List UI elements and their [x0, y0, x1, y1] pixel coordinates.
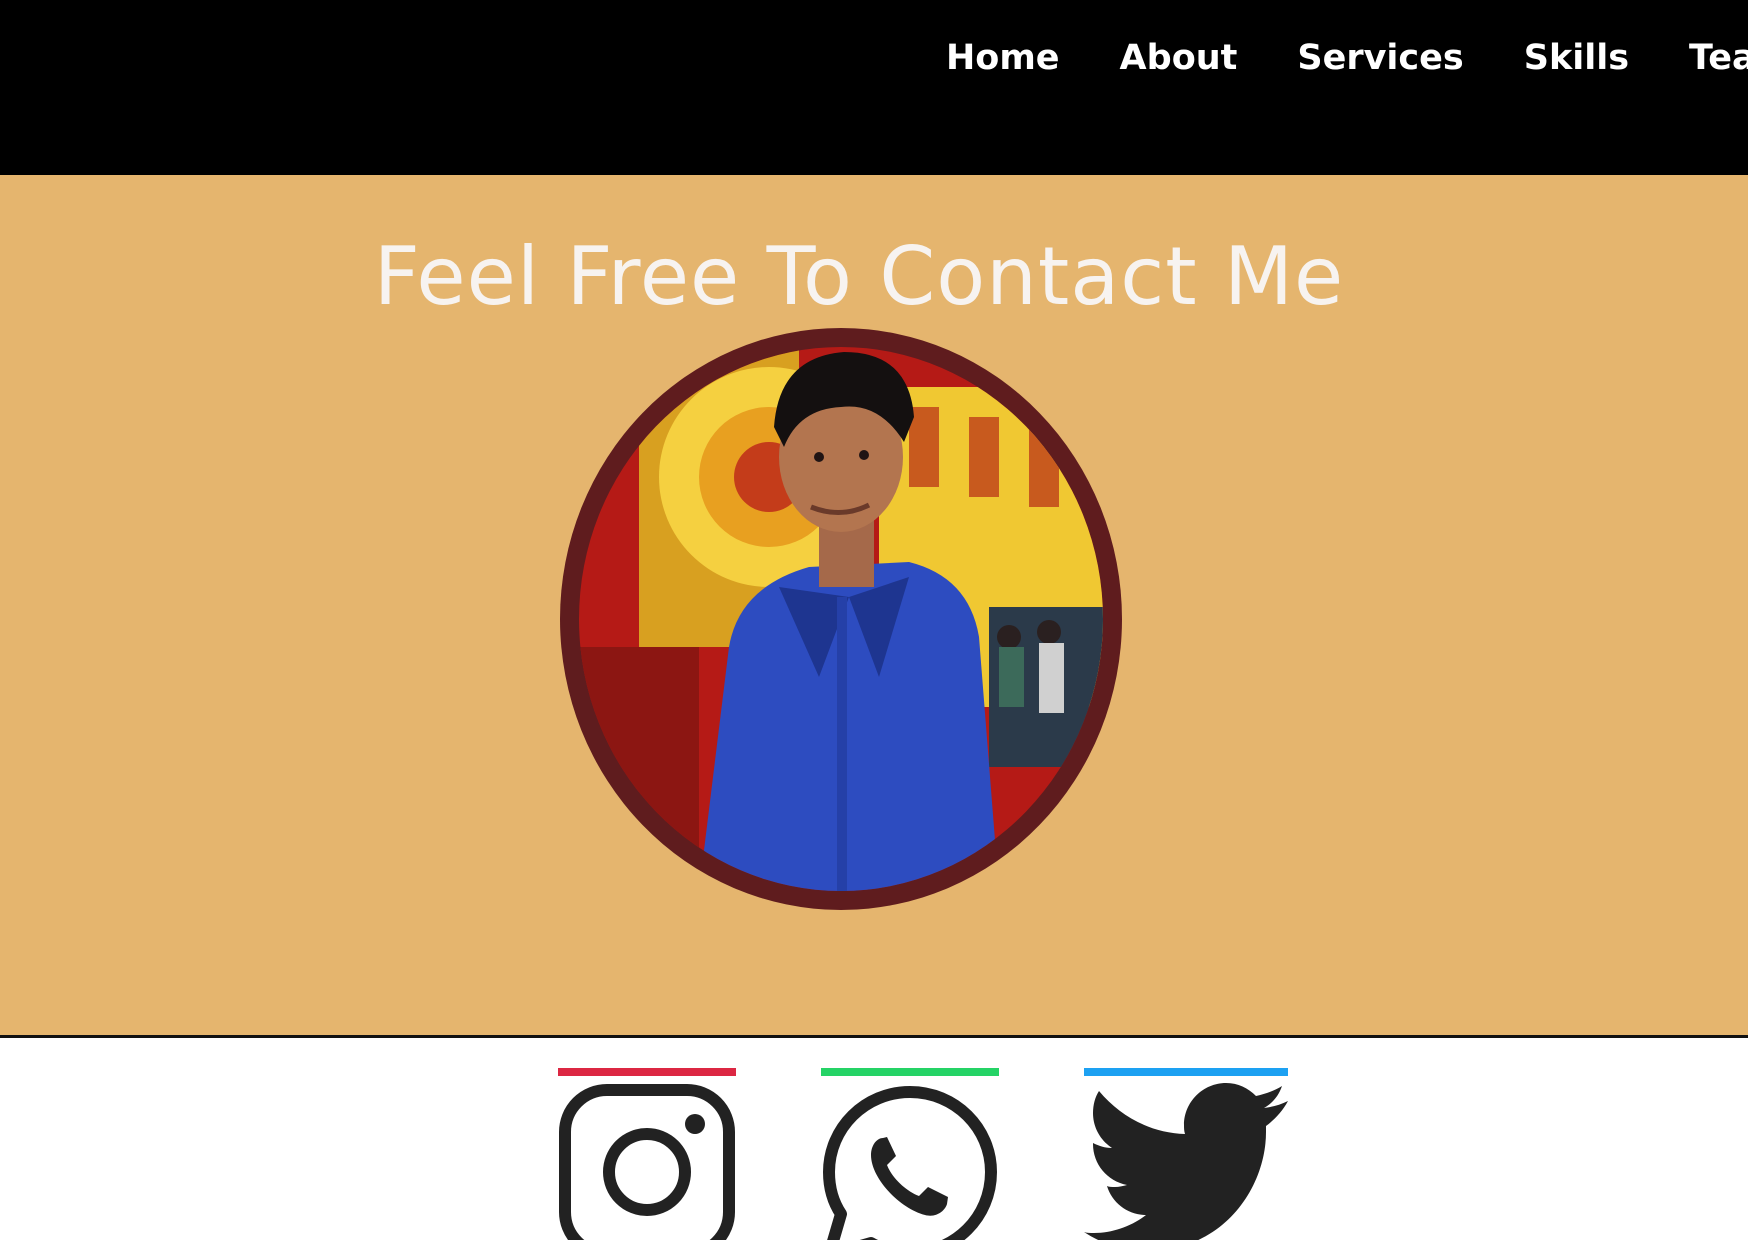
nav-link-about[interactable]: About	[1120, 38, 1238, 78]
social-links	[0, 1038, 1748, 1240]
navbar: Home About Services Skills Teams	[0, 0, 1748, 175]
instagram-icon	[559, 1084, 735, 1240]
whatsapp-icon	[823, 1086, 997, 1240]
whatsapp-accent-bar	[821, 1068, 999, 1076]
avatar	[560, 328, 1122, 910]
instagram-accent-bar	[558, 1068, 736, 1076]
twitter-icon	[1084, 1083, 1288, 1240]
nav-link-skills[interactable]: Skills	[1524, 38, 1629, 78]
nav-links: Home About Services Skills Teams	[946, 38, 1748, 78]
page: Home About Services Skills Teams Feel Fr…	[0, 0, 1748, 1240]
nav-link-home[interactable]: Home	[946, 38, 1060, 78]
nav-link-teams[interactable]: Teams	[1689, 38, 1748, 78]
avatar-photo-illustration	[579, 347, 1103, 891]
hero-title: Feel Free To Contact Me	[373, 230, 1345, 323]
nav-link-services[interactable]: Services	[1297, 38, 1463, 78]
avatar-photo	[579, 347, 1103, 891]
contact-hero: Feel Free To Contact Me	[0, 175, 1748, 1038]
twitter-accent-bar	[1084, 1068, 1288, 1076]
